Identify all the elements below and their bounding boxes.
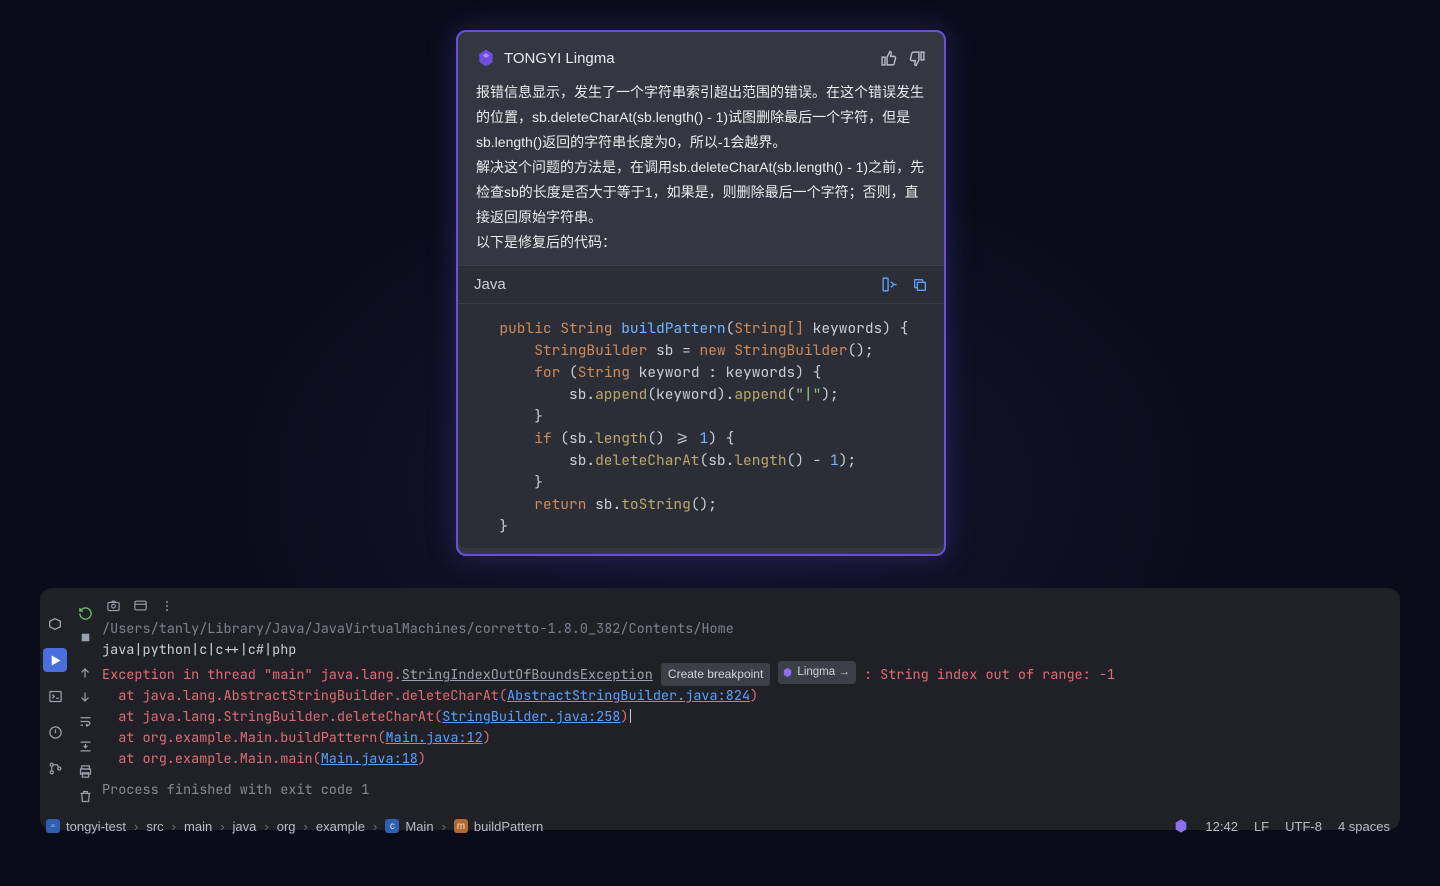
- run-toolbar: [102, 588, 1386, 619]
- stack-link[interactable]: Main.java:12: [386, 729, 483, 747]
- stack-frame: at org.example.Main.buildPattern(Main.ja…: [102, 728, 1386, 749]
- stack-link[interactable]: Main.java:18: [321, 750, 418, 768]
- down-arrow-icon[interactable]: [78, 690, 92, 704]
- cursor-position[interactable]: 12:42: [1205, 819, 1238, 834]
- breadcrumb[interactable]: src: [146, 819, 163, 834]
- console-path: /Users/tanly/Library/Java/JavaVirtualMac…: [102, 619, 1386, 640]
- thumbs-up-icon[interactable]: [880, 50, 897, 67]
- stack-frame: at java.lang.StringBuilder.deleteCharAt(…: [102, 707, 1386, 728]
- stack-link[interactable]: AbstractStringBuilder.java:824: [507, 687, 750, 705]
- run-actions-column: [70, 588, 100, 830]
- vcs-icon[interactable]: [43, 756, 67, 780]
- rerun-icon[interactable]: [78, 606, 93, 621]
- ai-explanation: 报错信息显示，发生了一个字符串索引超出范围的错误。在这个错误发生的位置，sb.d…: [458, 80, 944, 265]
- stop-icon[interactable]: [79, 631, 92, 644]
- code-language-bar: Java: [458, 265, 944, 304]
- camera-icon[interactable]: [106, 598, 121, 613]
- terminal-icon[interactable]: [43, 684, 67, 708]
- lingma-logo-icon: [476, 48, 496, 68]
- soft-wrap-icon[interactable]: [78, 714, 93, 729]
- breadcrumb[interactable]: m buildPattern: [454, 819, 543, 834]
- indent-setting[interactable]: 4 spaces: [1338, 819, 1390, 834]
- breadcrumb[interactable]: ▫ tongyi-test: [46, 819, 126, 834]
- stack-frame: at java.lang.AbstractStringBuilder.delet…: [102, 686, 1386, 707]
- ai-panel-title: TONGYI Lingma: [504, 50, 868, 67]
- structure-icon[interactable]: [43, 612, 67, 636]
- project-icon: ▫: [46, 819, 60, 833]
- problems-icon[interactable]: [43, 720, 67, 744]
- up-arrow-icon[interactable]: [78, 666, 92, 680]
- thumbs-down-icon[interactable]: [909, 50, 926, 67]
- console-stdout-line: java|python|c|c++|c#|php: [102, 640, 1386, 661]
- file-encoding[interactable]: UTF-8: [1285, 819, 1322, 834]
- breadcrumb[interactable]: c Main: [385, 819, 433, 834]
- breadcrumb[interactable]: main: [184, 819, 212, 834]
- ai-panel-header: TONGYI Lingma: [458, 48, 944, 80]
- breadcrumb[interactable]: org: [277, 819, 296, 834]
- ai-explanation-para: 报错信息显示，发生了一个字符串索引超出范围的错误。在这个错误发生的位置，sb.d…: [476, 80, 926, 155]
- stack-link[interactable]: StringBuilder.java:258: [442, 708, 620, 726]
- stack-frame: at org.example.Main.main(Main.java:18): [102, 749, 1386, 770]
- line-ending[interactable]: LF: [1254, 819, 1269, 834]
- console-exit-line: Process finished with exit code 1: [102, 780, 1386, 801]
- code-language-label: Java: [474, 276, 867, 293]
- ai-explanation-para: 解决这个问题的方法是，在调用sb.deleteCharAt(sb.length(…: [476, 155, 926, 230]
- status-lingma-icon[interactable]: [1173, 818, 1189, 834]
- lingma-inline-chip[interactable]: Lingma →: [778, 661, 855, 684]
- ai-assistant-panel: TONGYI Lingma 报错信息显示，发生了一个字符串索引超出范围的错误。在…: [456, 30, 946, 556]
- run-tool-window: /Users/tanly/Library/Java/JavaVirtualMac…: [40, 588, 1400, 830]
- text-caret: [630, 709, 631, 723]
- breadcrumb[interactable]: java: [233, 819, 257, 834]
- print-icon[interactable]: [78, 764, 93, 779]
- tool-window-gutter: [40, 588, 70, 830]
- console-output[interactable]: /Users/tanly/Library/Java/JavaVirtualMac…: [100, 588, 1400, 830]
- breadcrumb[interactable]: example: [316, 819, 365, 834]
- more-icon[interactable]: [160, 599, 174, 613]
- create-breakpoint-badge[interactable]: Create breakpoint: [661, 663, 770, 686]
- console-exception-line: Exception in thread "main" java.lang.Str…: [102, 661, 1386, 686]
- ai-explanation-para: 以下是修复后的代码：: [476, 230, 926, 255]
- layout-icon[interactable]: [133, 598, 148, 613]
- scroll-to-end-icon[interactable]: [78, 739, 93, 754]
- insert-code-icon[interactable]: [881, 276, 898, 293]
- class-icon: c: [385, 819, 399, 833]
- clear-icon[interactable]: [78, 789, 93, 804]
- run-icon[interactable]: [43, 648, 67, 672]
- copy-code-icon[interactable]: [912, 277, 928, 293]
- code-block[interactable]: public String buildPattern(String[] keyw…: [458, 304, 944, 548]
- status-bar: ▫ tongyi-test › src › main › java › org …: [40, 812, 1400, 840]
- exception-class-link[interactable]: StringIndexOutOfBoundsException: [402, 666, 653, 684]
- method-icon: m: [454, 819, 468, 833]
